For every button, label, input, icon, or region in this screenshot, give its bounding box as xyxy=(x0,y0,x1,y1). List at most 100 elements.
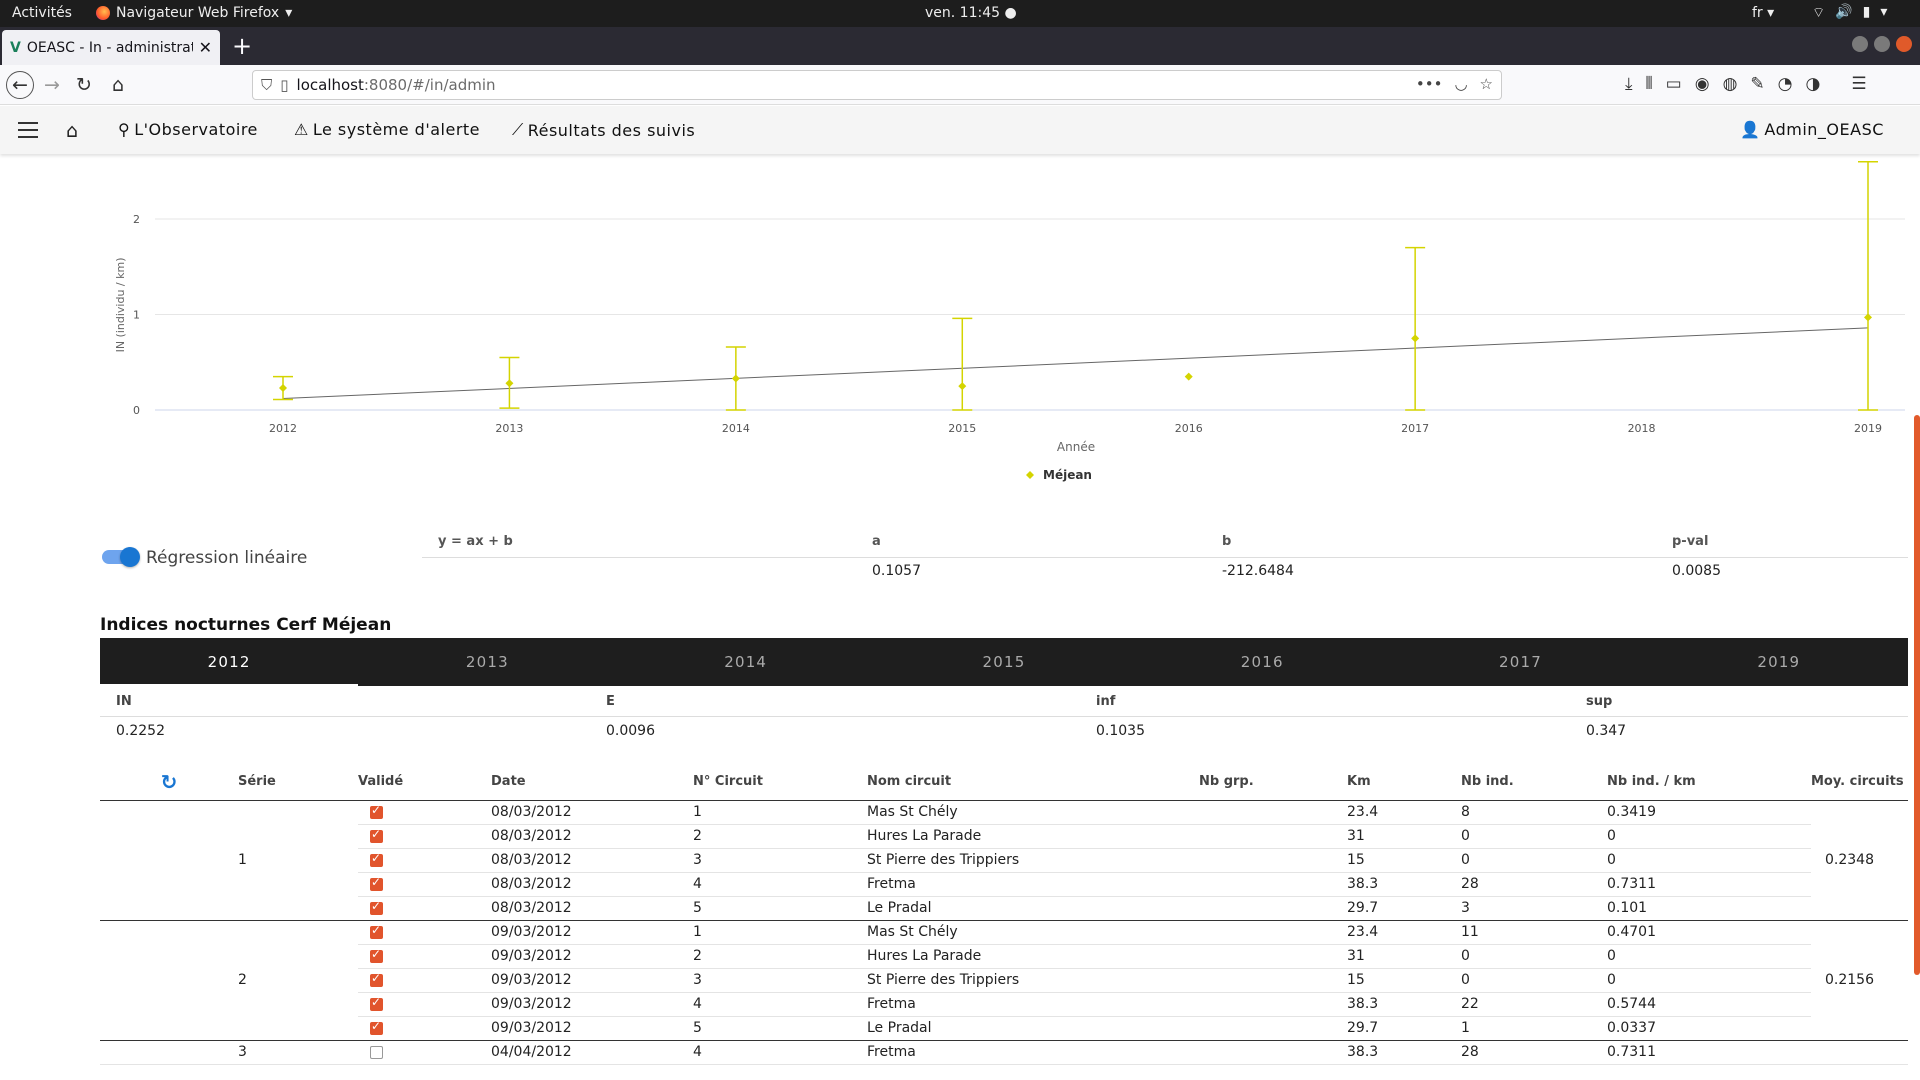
valide-cell[interactable] xyxy=(358,848,491,873)
extension-icon[interactable]: ◍ xyxy=(1723,74,1738,94)
date-cell: 08/03/2012 xyxy=(491,800,693,825)
home-button[interactable]: ⌂ xyxy=(104,71,132,99)
checked-checkbox-icon[interactable] xyxy=(370,971,383,987)
chevron-down-icon: ▾ xyxy=(285,5,293,21)
data-point xyxy=(505,379,514,388)
page-icon: ▯ xyxy=(280,76,289,94)
system-tray[interactable]: ⌔ 🔊 ▮ ▾ xyxy=(1812,4,1887,22)
regression-toggle[interactable] xyxy=(102,547,140,567)
account-icon[interactable]: ◔ xyxy=(1778,74,1793,94)
reload-button[interactable]: ↻ xyxy=(70,71,98,99)
valide-cell[interactable] xyxy=(358,944,491,969)
checked-checkbox-icon[interactable] xyxy=(370,851,383,867)
valide-cell[interactable] xyxy=(358,1040,491,1065)
row-spacer xyxy=(100,800,238,921)
valide-cell[interactable] xyxy=(358,800,491,825)
back-button[interactable]: ← xyxy=(6,71,34,99)
browser-navigation-bar: ← → ↻ ⌂ ⛉ ▯ localhost:8080/#/in/admin ••… xyxy=(0,65,1920,105)
user-name: Admin_OEASC xyxy=(1764,120,1884,139)
new-tab-button[interactable]: + xyxy=(232,32,252,60)
forward-button[interactable]: → xyxy=(38,71,66,99)
tab-year-2015[interactable]: 2015 xyxy=(875,638,1133,686)
table-row: 08/03/20122Hures La Parade3100 xyxy=(100,824,1908,849)
nav-resultats[interactable]: ⟋ Résultats des suivis xyxy=(512,120,695,140)
close-tab-icon[interactable]: ✕ xyxy=(199,38,212,57)
nav-observatoire[interactable]: ⚲ L'Observatoire xyxy=(118,120,258,139)
tab-year-2014[interactable]: 2014 xyxy=(617,638,875,686)
activities-button[interactable]: Activités xyxy=(12,5,72,21)
tab-year-2016[interactable]: 2016 xyxy=(1133,638,1391,686)
minimize-window-icon[interactable] xyxy=(1852,36,1868,52)
valide-cell[interactable] xyxy=(358,992,491,1017)
stat-header-in: IN xyxy=(100,688,590,717)
valide-cell[interactable] xyxy=(358,920,491,945)
tab-year-2019[interactable]: 2019 xyxy=(1650,638,1908,686)
x-axis-label: Année xyxy=(1057,440,1095,454)
circuit-cell: 2 xyxy=(693,824,867,849)
nav-alerte[interactable]: ⚠ Le système d'alerte xyxy=(294,120,480,139)
col-valide: Validé xyxy=(358,764,491,801)
eyedropper-icon[interactable]: ✎ xyxy=(1750,74,1764,94)
unchecked-checkbox-icon[interactable] xyxy=(370,1045,383,1059)
checked-checkbox-icon[interactable] xyxy=(370,827,383,843)
stat-value-sup: 0.347 xyxy=(1586,723,1627,740)
circuit-cell: 1 xyxy=(693,800,867,825)
valide-cell[interactable] xyxy=(358,824,491,849)
clock[interactable]: ven. 11:45 ● xyxy=(925,5,1017,21)
trend-line-icon: ⟋ xyxy=(512,120,524,139)
nbind-cell: 0 xyxy=(1461,968,1607,993)
nbgrp-cell xyxy=(1199,1016,1347,1041)
checked-checkbox-icon[interactable] xyxy=(370,1019,383,1035)
menu-icon[interactable]: ☰ xyxy=(1851,74,1866,94)
user-menu[interactable]: 👤 Admin_OEASC xyxy=(1740,120,1884,139)
download-icon[interactable]: ⤓ xyxy=(1625,74,1633,94)
col-moy: Moy. circuits xyxy=(1811,764,1908,801)
home-icon[interactable]: ⌂ xyxy=(66,120,79,142)
km-cell: 38.3 xyxy=(1347,992,1461,1017)
table-row: 09/03/20125Le Pradal 29.710.0337 xyxy=(100,1016,1908,1041)
maximize-window-icon[interactable] xyxy=(1874,36,1890,52)
checked-checkbox-icon[interactable] xyxy=(370,947,383,963)
vertical-scrollbar[interactable] xyxy=(1914,415,1920,975)
library-icon[interactable]: ⫴ xyxy=(1646,74,1653,94)
data-point xyxy=(1411,334,1420,343)
valide-cell[interactable] xyxy=(358,872,491,897)
more-actions-icon[interactable]: ••• xyxy=(1416,75,1443,93)
km-cell: 31 xyxy=(1347,944,1461,969)
checked-checkbox-icon[interactable] xyxy=(370,995,383,1011)
refresh-button[interactable]: ↻ xyxy=(100,764,238,801)
nom-cell: Fretma xyxy=(867,992,1199,1017)
data-point xyxy=(1184,372,1193,381)
stats-table: IN E inf sup 0.2252 0.0096 0.1035 0.347 xyxy=(100,688,1908,746)
hamburger-menu-icon[interactable] xyxy=(18,122,38,143)
serie-cell: 3 xyxy=(238,1040,358,1065)
valide-cell[interactable] xyxy=(358,896,491,921)
serie-label: 2 xyxy=(238,972,247,988)
sidebar-icon[interactable]: ▭ xyxy=(1666,74,1682,94)
checked-checkbox-icon[interactable] xyxy=(370,803,383,819)
language-indicator[interactable]: fr ▾ xyxy=(1752,5,1774,21)
close-window-icon[interactable] xyxy=(1896,36,1912,52)
valide-cell[interactable] xyxy=(358,968,491,993)
extension2-icon[interactable]: ◑ xyxy=(1806,74,1821,94)
adblock-icon[interactable]: ◉ xyxy=(1695,74,1710,94)
nom-cell: Mas St Chély xyxy=(867,800,1199,825)
app-menu[interactable]: Navigateur Web Firefox ▾ xyxy=(96,5,292,21)
bookmark-star-icon[interactable]: ☆ xyxy=(1480,75,1493,93)
checked-checkbox-icon[interactable] xyxy=(370,875,383,891)
tab-year-2012[interactable]: 2012 xyxy=(100,638,359,686)
app-header: ⌂ ⚲ L'Observatoire ⚠ Le système d'alerte… xyxy=(0,106,1920,154)
date-cell: 09/03/2012 xyxy=(491,920,693,945)
nbgrp-cell xyxy=(1199,968,1347,993)
tab-year-2017[interactable]: 2017 xyxy=(1391,638,1649,686)
nom-cell: St Pierre des Trippiers xyxy=(867,848,1199,873)
checked-checkbox-icon[interactable] xyxy=(370,899,383,915)
valide-cell[interactable] xyxy=(358,1016,491,1041)
url-host: localhost xyxy=(296,76,364,94)
browser-tab[interactable]: V OEASC - In - administrati ✕ xyxy=(2,30,220,65)
tab-year-2013[interactable]: 2013 xyxy=(358,638,616,686)
url-bar[interactable]: ⛉ ▯ localhost:8080/#/in/admin ••• ◡ ☆ xyxy=(252,70,1502,100)
moy-cell: 0.2348 xyxy=(1811,800,1908,921)
pocket-icon[interactable]: ◡ xyxy=(1454,75,1467,93)
checked-checkbox-icon[interactable] xyxy=(370,923,383,939)
